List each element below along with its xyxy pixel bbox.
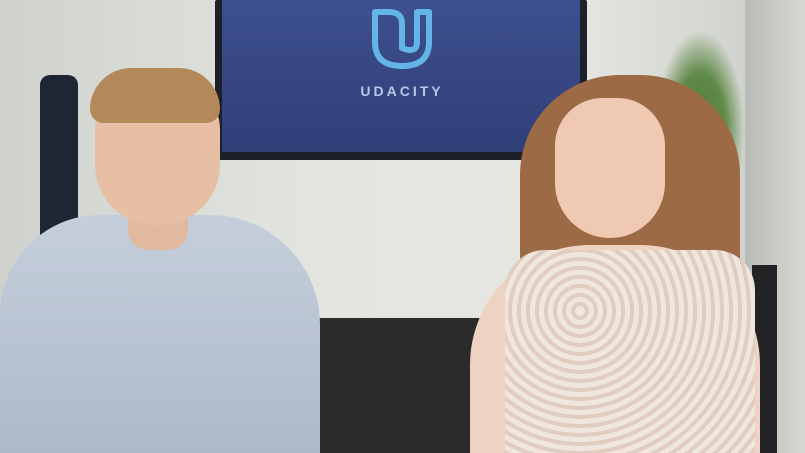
hanging-coat xyxy=(40,75,78,240)
man-shirt xyxy=(0,215,320,453)
udacity-logo-icon xyxy=(372,9,432,69)
woman-face xyxy=(555,98,665,238)
man-hair xyxy=(90,68,220,123)
chair-armrest xyxy=(325,410,405,453)
woman-lace-top xyxy=(505,250,755,453)
tv-brand-text: UDACITY xyxy=(360,83,444,99)
